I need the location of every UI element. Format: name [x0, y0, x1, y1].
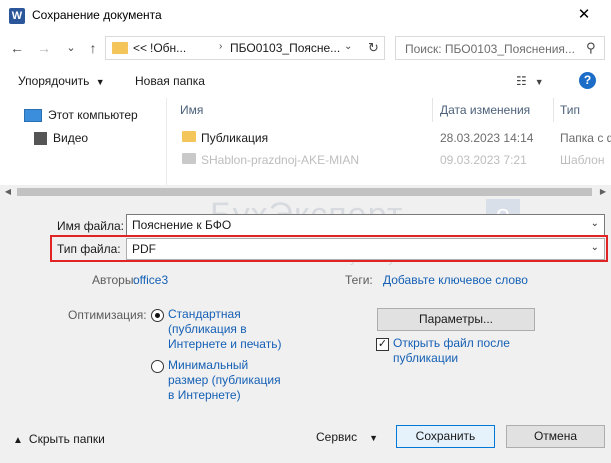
- breadcrumb-overflow[interactable]: <<: [133, 41, 147, 55]
- scroll-right-icon[interactable]: ▶: [596, 185, 610, 199]
- sidebar-item-label: Этот компьютер: [48, 108, 138, 122]
- optimize-standard-label[interactable]: Стандартная (публикация в Интернете и пе…: [168, 307, 281, 352]
- file-type: Шаблон: [560, 153, 605, 167]
- parameters-button[interactable]: Параметры...: [377, 308, 535, 331]
- view-options-icon[interactable]: ☷ ▼: [516, 74, 544, 88]
- scroll-left-icon[interactable]: ◀: [1, 185, 15, 199]
- optimize-minimal-radio[interactable]: [151, 360, 164, 373]
- open-after-publish-checkbox[interactable]: ✓: [376, 338, 389, 351]
- organize-button[interactable]: Упорядочить ▼: [18, 74, 105, 88]
- filetype-label: Тип файла:: [57, 242, 121, 256]
- file-row[interactable]: SHablon-prazdnoj-AKE-MIAN 09.03.2023 7:2…: [167, 149, 611, 171]
- filename-input[interactable]: Пояснение к БФО ⌄: [126, 214, 605, 236]
- file-list: Имя Дата изменения Тип Публикация 28.03.…: [166, 98, 611, 198]
- refresh-icon[interactable]: ↻: [368, 40, 379, 56]
- service-dropdown-icon: ▼: [369, 433, 379, 443]
- column-divider[interactable]: [432, 98, 433, 122]
- chevron-up-icon: ▲: [13, 435, 23, 446]
- close-button[interactable]: ✕: [560, 0, 608, 30]
- sidebar-item-this-pc[interactable]: Этот компьютер: [24, 108, 138, 128]
- back-arrow-icon[interactable]: ←: [8, 39, 26, 57]
- video-folder-icon: [34, 132, 47, 146]
- title-bar: W Сохранение документа ✕: [0, 0, 611, 32]
- column-header-type[interactable]: Тип: [560, 103, 580, 117]
- filetype-select[interactable]: PDF ⌄: [126, 238, 605, 260]
- service-button[interactable]: Сервис ▼: [316, 430, 378, 444]
- sidebar-item-label: Видео: [53, 131, 89, 145]
- file-name: SHablon-prazdnoj-AKE-MIAN: [201, 153, 360, 167]
- address-dropdown-icon[interactable]: ⌄: [344, 41, 352, 52]
- window-title: Сохранение документа: [32, 8, 162, 22]
- new-folder-button[interactable]: Новая папка: [135, 74, 205, 88]
- optimize-standard-radio[interactable]: [151, 309, 164, 322]
- breadcrumb-item-current[interactable]: ПБО0103_Поясне...: [230, 41, 340, 55]
- cancel-button[interactable]: Отмена: [506, 425, 605, 448]
- optimize-minimal-label[interactable]: Минимальный размер (публикация в Интерне…: [168, 358, 281, 403]
- computer-icon: [24, 109, 42, 123]
- authors-value[interactable]: office3: [133, 273, 168, 287]
- word-app-icon: W: [9, 8, 25, 24]
- navigation-pane: Этот компьютер Видео: [0, 98, 165, 198]
- folder-icon: [112, 42, 128, 54]
- recent-locations-chevron-icon[interactable]: ⌄: [62, 39, 80, 57]
- filename-label: Имя файла:: [57, 219, 124, 233]
- filename-value: Пояснение к БФО: [132, 218, 232, 232]
- scrollbar-thumb[interactable]: [17, 188, 592, 196]
- document-icon: [182, 153, 196, 164]
- up-arrow-icon[interactable]: ↑: [84, 39, 102, 57]
- column-header-date[interactable]: Дата изменения: [440, 103, 530, 117]
- save-button[interactable]: Сохранить: [396, 425, 495, 448]
- breadcrumb-item[interactable]: !Обн...: [150, 41, 186, 55]
- open-after-publish-label[interactable]: Открыть файл после публикации: [393, 336, 510, 366]
- search-placeholder: Поиск: ПБО0103_Пояснения...: [405, 42, 575, 56]
- file-date: 09.03.2023 7:21: [440, 153, 527, 167]
- optimize-label: Оптимизация:: [68, 308, 147, 322]
- filename-dropdown-icon[interactable]: ⌄: [591, 218, 599, 229]
- sidebar-item-video[interactable]: Видео: [34, 131, 88, 151]
- column-divider[interactable]: [553, 98, 554, 122]
- breadcrumb-chevron-icon[interactable]: ›: [219, 41, 222, 52]
- file-date: 28.03.2023 14:14: [440, 131, 534, 145]
- search-icon[interactable]: ⚲: [586, 40, 596, 56]
- organize-dropdown-icon: ▼: [95, 77, 105, 87]
- save-options-panel: БухЭксперт 8 База ответов по учету в 1С …: [0, 196, 611, 463]
- file-row[interactable]: Публикация 28.03.2023 14:14 Папка с ф: [167, 127, 611, 149]
- column-header-name[interactable]: Имя: [180, 103, 203, 117]
- forward-arrow-icon[interactable]: →: [35, 39, 53, 57]
- command-bar: Упорядочить ▼ Новая папка ☷ ▼ ?: [0, 66, 611, 96]
- organize-label: Упорядочить: [18, 74, 90, 88]
- hide-folders-button[interactable]: ▲ Скрыть папки: [13, 432, 105, 446]
- authors-label: Авторы:: [92, 273, 137, 287]
- tags-label: Теги:: [345, 273, 373, 287]
- file-name: Публикация: [201, 131, 269, 145]
- filetype-dropdown-icon[interactable]: ⌄: [591, 242, 599, 253]
- filetype-value: PDF: [132, 242, 156, 256]
- search-input[interactable]: Поиск: ПБО0103_Пояснения... ⚲: [395, 36, 605, 60]
- address-bar[interactable]: << !Обн... › ПБО0103_Поясне... ⌄ ↻: [105, 36, 385, 60]
- tags-input[interactable]: Добавьте ключевое слово: [383, 273, 528, 287]
- help-icon[interactable]: ?: [579, 72, 596, 89]
- folder-icon: [182, 131, 196, 142]
- file-type: Папка с ф: [560, 131, 611, 145]
